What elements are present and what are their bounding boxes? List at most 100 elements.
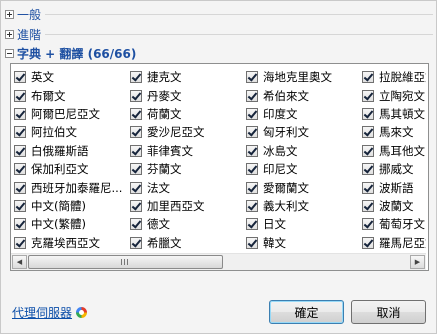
dictionary-item[interactable]: 葡萄牙文 bbox=[359, 215, 426, 233]
dictionary-checkbox[interactable] bbox=[14, 163, 26, 176]
dictionary-checkbox[interactable] bbox=[246, 144, 258, 157]
dictionary-item[interactable]: 匈牙利文 bbox=[243, 123, 359, 141]
dictionary-item[interactable]: 日文 bbox=[243, 215, 359, 233]
dictionary-checkbox[interactable] bbox=[14, 181, 26, 194]
dictionary-checkbox[interactable] bbox=[246, 218, 258, 231]
dictionary-checkbox[interactable] bbox=[130, 89, 142, 102]
proxy-link[interactable]: 代理伺服器 bbox=[12, 304, 88, 321]
dictionary-item[interactable]: 波斯語 bbox=[359, 178, 426, 196]
dictionary-item[interactable]: 馬來文 bbox=[359, 123, 426, 141]
dictionary-checkbox[interactable] bbox=[130, 218, 142, 231]
dictionary-item[interactable]: 海地克里奧文 bbox=[243, 68, 359, 86]
dictionary-item[interactable]: 愛爾蘭文 bbox=[243, 178, 359, 196]
dictionary-checkbox[interactable] bbox=[246, 181, 258, 194]
dictionary-item[interactable]: 義大利文 bbox=[243, 197, 359, 215]
dictionary-checkbox[interactable] bbox=[130, 144, 142, 157]
section-dictionary-label[interactable]: 字典 + 翻譯 (66/66) bbox=[17, 44, 141, 62]
section-dictionary[interactable]: 字典 + 翻譯 (66/66) bbox=[5, 44, 433, 62]
dictionary-checkbox[interactable] bbox=[14, 71, 26, 84]
dictionary-item[interactable]: 希伯來文 bbox=[243, 86, 359, 104]
dictionary-item[interactable]: 冰島文 bbox=[243, 142, 359, 160]
dictionary-checkbox[interactable] bbox=[130, 181, 142, 194]
dictionary-item[interactable]: 立陶宛文 bbox=[359, 86, 426, 104]
dictionary-checkbox[interactable] bbox=[130, 126, 142, 139]
section-general-label[interactable]: 一般 bbox=[17, 5, 46, 23]
dictionary-item[interactable]: 愛沙尼亞文 bbox=[127, 123, 243, 141]
scrollbar-thumb[interactable] bbox=[28, 255, 223, 269]
dictionary-checkbox[interactable] bbox=[130, 163, 142, 176]
dictionary-checkbox[interactable] bbox=[14, 236, 26, 249]
dictionary-item[interactable]: 白俄羅斯語 bbox=[11, 142, 127, 160]
expand-icon[interactable] bbox=[5, 29, 14, 39]
ok-button[interactable]: 確定 bbox=[269, 300, 344, 324]
dictionary-checkbox[interactable] bbox=[246, 89, 258, 102]
dictionary-item[interactable]: 馬其頓文 bbox=[359, 105, 426, 123]
dictionary-checkbox[interactable] bbox=[14, 199, 26, 212]
dictionary-item[interactable]: 德文 bbox=[127, 215, 243, 233]
dictionary-checkbox[interactable] bbox=[246, 199, 258, 212]
collapse-icon[interactable] bbox=[5, 48, 14, 58]
dictionary-checkbox[interactable] bbox=[14, 89, 26, 102]
dictionary-checkbox[interactable] bbox=[246, 163, 258, 176]
dictionary-item[interactable]: 印尼文 bbox=[243, 160, 359, 178]
dictionary-checkbox[interactable] bbox=[130, 236, 142, 249]
dictionary-checkbox[interactable] bbox=[130, 71, 142, 84]
horizontal-scrollbar[interactable]: ◀ ▶ bbox=[11, 253, 426, 270]
dictionary-checkbox[interactable] bbox=[362, 144, 374, 157]
proxy-link-label[interactable]: 代理伺服器 bbox=[12, 304, 72, 321]
dictionary-checkbox[interactable] bbox=[362, 71, 374, 84]
dictionary-checkbox[interactable] bbox=[130, 199, 142, 212]
dictionary-item[interactable]: 克羅埃西亞文 bbox=[11, 234, 127, 252]
dictionary-item[interactable]: 馬耳他文 bbox=[359, 142, 426, 160]
dictionary-item[interactable]: 羅馬尼亞文 bbox=[359, 234, 426, 252]
dictionary-checkbox[interactable] bbox=[362, 199, 374, 212]
scroll-left-icon[interactable]: ◀ bbox=[12, 255, 27, 269]
dictionary-item[interactable]: 菲律賓文 bbox=[127, 142, 243, 160]
dictionary-checkbox[interactable] bbox=[14, 126, 26, 139]
dictionary-item[interactable]: 韓文 bbox=[243, 234, 359, 252]
section-advanced-label[interactable]: 進階 bbox=[17, 25, 46, 43]
dictionary-item[interactable]: 挪威文 bbox=[359, 160, 426, 178]
dictionary-item[interactable]: 中文(簡體) bbox=[11, 197, 127, 215]
dictionary-item[interactable]: 加里西亞文 bbox=[127, 197, 243, 215]
dictionary-item[interactable]: 保加利亞文 bbox=[11, 160, 127, 178]
dictionary-checkbox[interactable] bbox=[362, 163, 374, 176]
dictionary-item[interactable]: 捷克文 bbox=[127, 68, 243, 86]
dictionary-label: 羅馬尼亞文 bbox=[379, 235, 426, 250]
dictionary-checkbox[interactable] bbox=[246, 107, 258, 120]
dictionary-checkbox[interactable] bbox=[362, 218, 374, 231]
dictionary-label: 中文(繁體) bbox=[31, 217, 86, 232]
dictionary-item[interactable]: 阿爾巴尼亞文 bbox=[11, 105, 127, 123]
dictionary-checkbox[interactable] bbox=[362, 126, 374, 139]
dictionary-checkbox[interactable] bbox=[246, 71, 258, 84]
dictionary-item[interactable]: 希臘文 bbox=[127, 234, 243, 252]
dictionary-item[interactable]: 中文(繁體) bbox=[11, 215, 127, 233]
dictionary-checkbox[interactable] bbox=[130, 107, 142, 120]
dictionary-item[interactable]: 英文 bbox=[11, 68, 127, 86]
dictionary-checkbox[interactable] bbox=[362, 181, 374, 194]
dictionary-item[interactable]: 阿拉伯文 bbox=[11, 123, 127, 141]
dictionary-item[interactable]: 西班牙加泰羅尼... bbox=[11, 178, 127, 196]
section-advanced[interactable]: 進階 bbox=[5, 25, 433, 43]
dictionary-item[interactable]: 荷蘭文 bbox=[127, 105, 243, 123]
dictionary-item[interactable]: 波蘭文 bbox=[359, 197, 426, 215]
dictionary-item[interactable]: 布爾文 bbox=[11, 86, 127, 104]
dictionary-item[interactable]: 印度文 bbox=[243, 105, 359, 123]
dictionary-checkbox[interactable] bbox=[14, 218, 26, 231]
expand-icon[interactable] bbox=[5, 9, 14, 19]
dictionary-checkbox[interactable] bbox=[246, 236, 258, 249]
section-general[interactable]: 一般 bbox=[5, 5, 433, 23]
dictionary-checkbox[interactable] bbox=[362, 107, 374, 120]
dictionary-item[interactable]: 丹麥文 bbox=[127, 86, 243, 104]
dictionary-checkbox[interactable] bbox=[246, 126, 258, 139]
dictionary-label: 法文 bbox=[147, 180, 170, 195]
dictionary-item[interactable]: 拉脫維亞文 bbox=[359, 68, 426, 86]
dictionary-item[interactable]: 芬蘭文 bbox=[127, 160, 243, 178]
scroll-right-icon[interactable]: ▶ bbox=[410, 255, 425, 269]
dictionary-checkbox[interactable] bbox=[14, 144, 26, 157]
dictionary-checkbox[interactable] bbox=[362, 236, 374, 249]
dictionary-checkbox[interactable] bbox=[14, 107, 26, 120]
dictionary-item[interactable]: 法文 bbox=[127, 178, 243, 196]
dictionary-checkbox[interactable] bbox=[362, 89, 374, 102]
cancel-button[interactable]: 取消 bbox=[351, 300, 426, 324]
